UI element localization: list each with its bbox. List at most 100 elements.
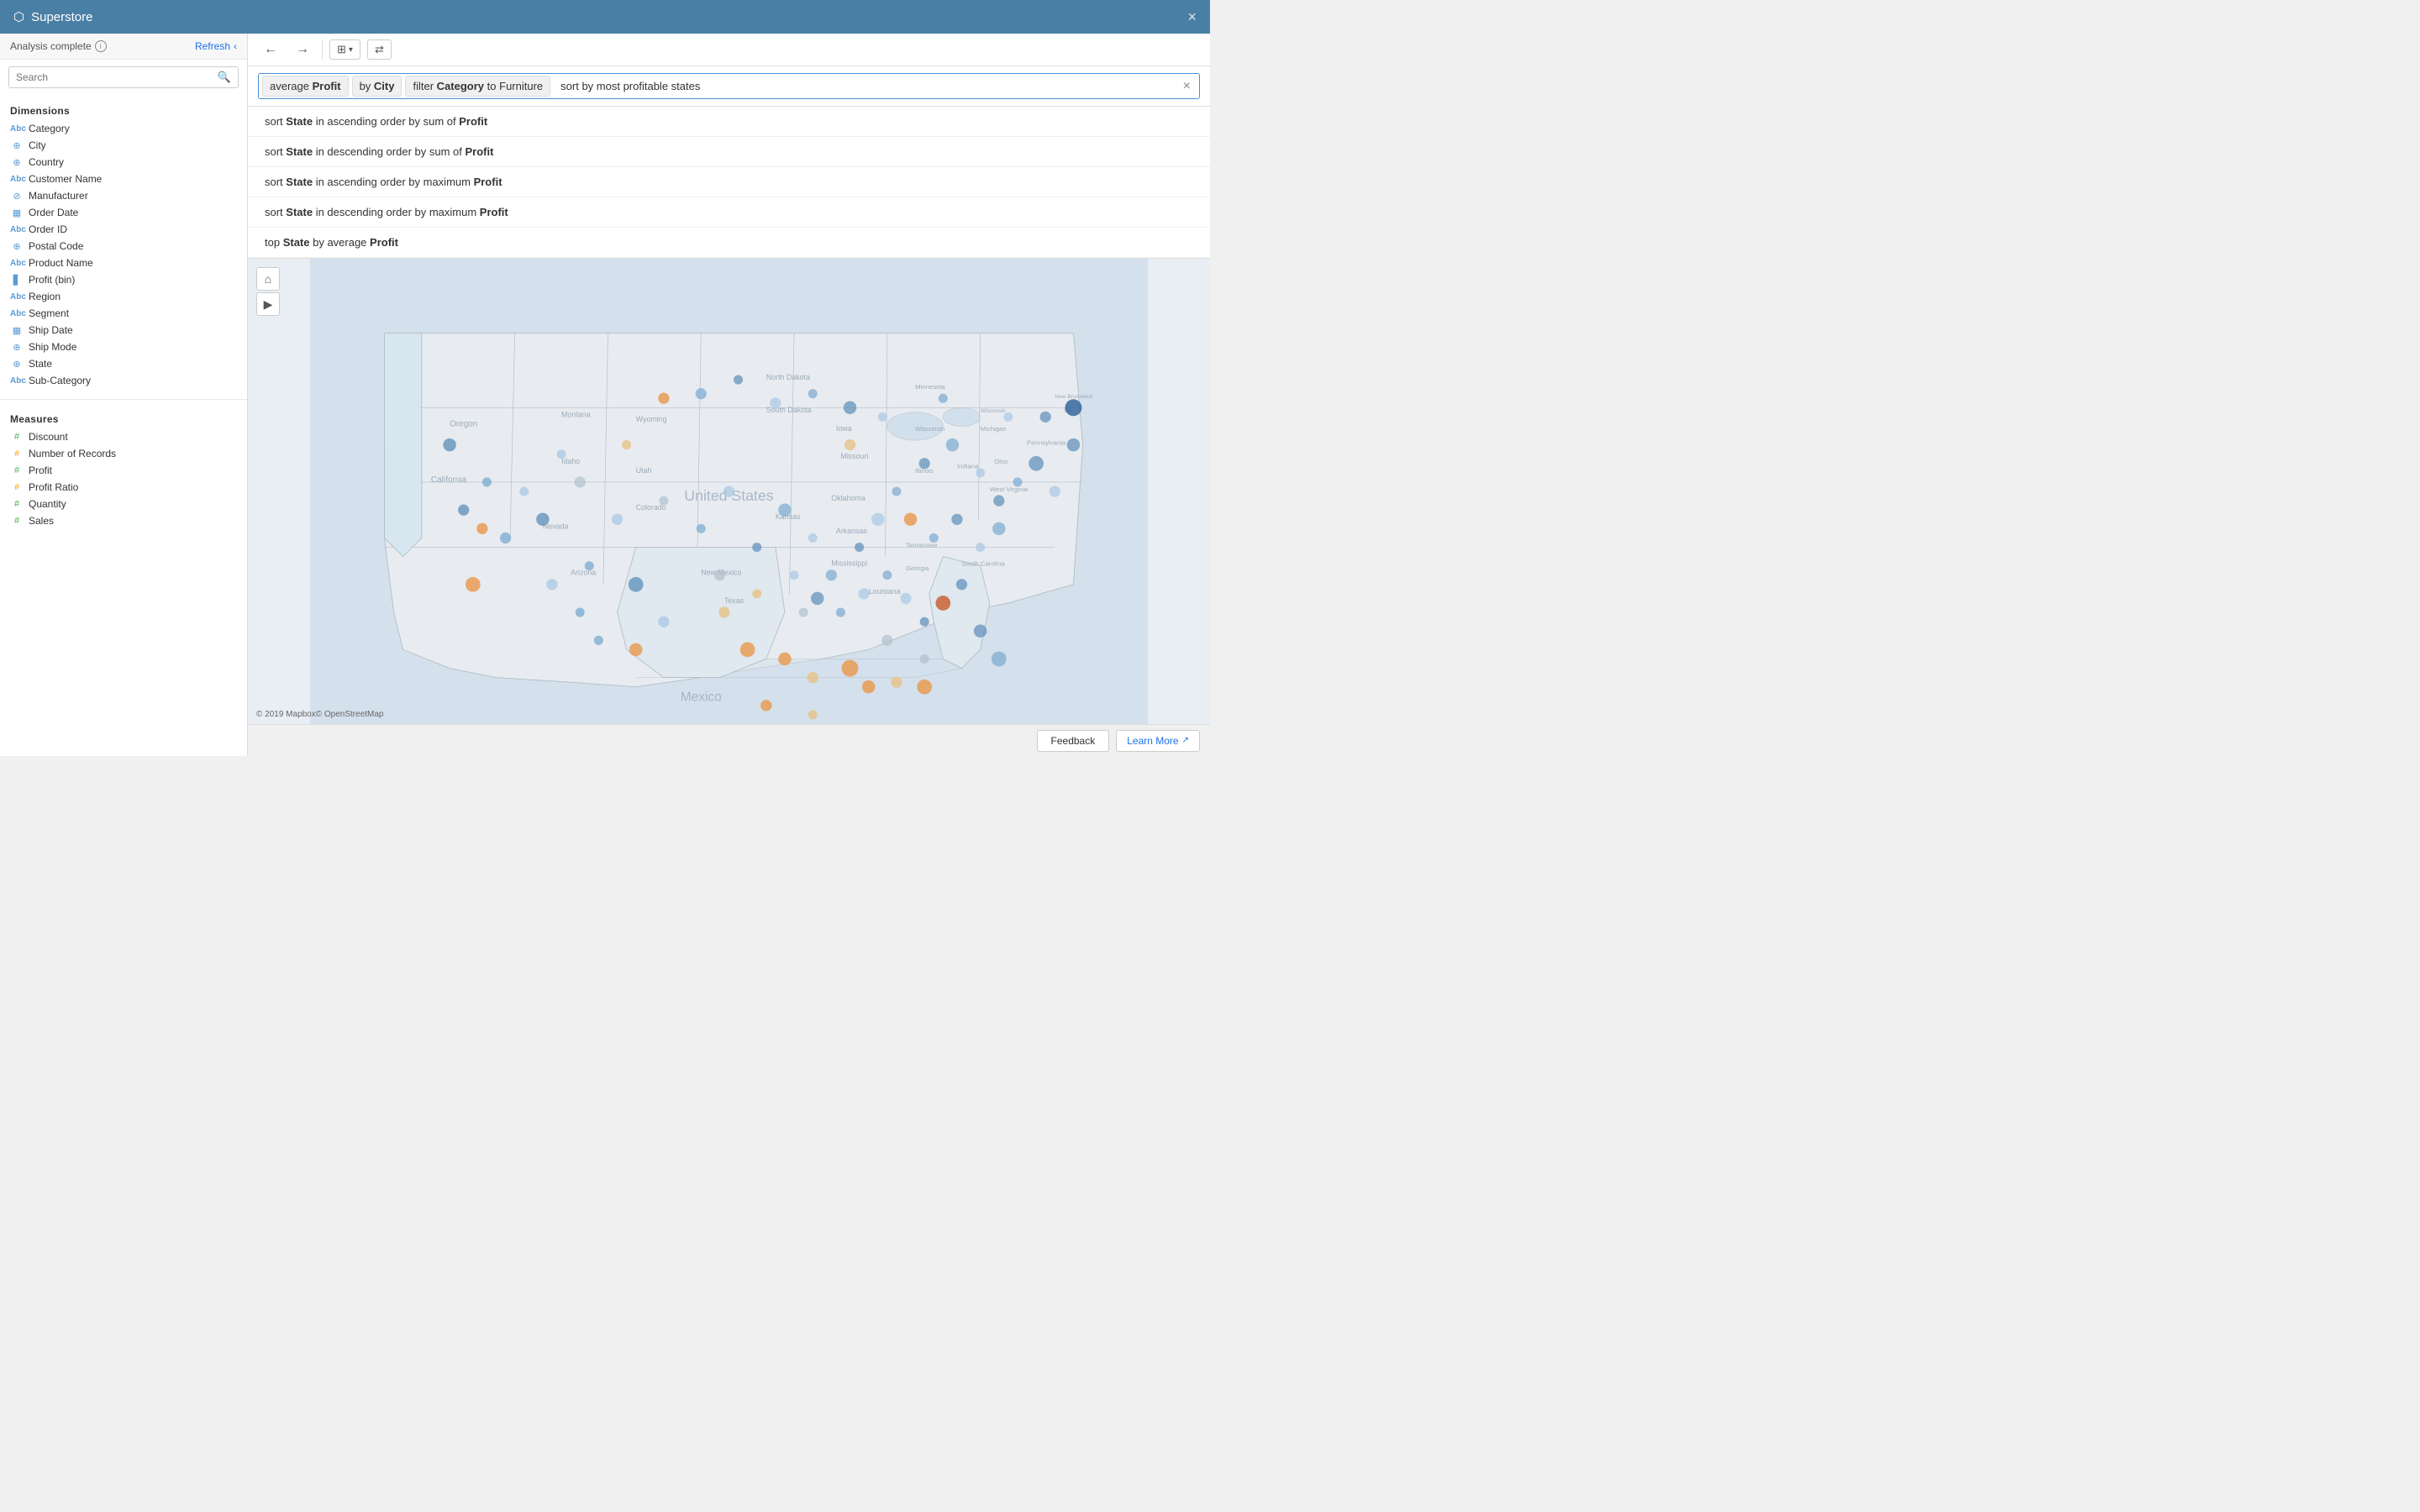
measures-label: Measures bbox=[0, 410, 247, 428]
svg-text:Montana: Montana bbox=[561, 410, 591, 418]
svg-text:Tennessee: Tennessee bbox=[906, 541, 938, 549]
hash-icon: # bbox=[10, 499, 24, 509]
suggestion-3[interactable]: sort State in ascending order by maximum… bbox=[248, 167, 1210, 197]
sidebar-item-manufacturer[interactable]: ⊘ Manufacturer bbox=[0, 187, 247, 204]
sidebar-item-order-date[interactable]: ▦ Order Date bbox=[0, 204, 247, 221]
hash-icon: # bbox=[10, 432, 24, 442]
sidebar-item-region[interactable]: Abc Region bbox=[0, 288, 247, 305]
abc-icon: Abc bbox=[10, 309, 24, 318]
sidebar-item-profit-ratio[interactable]: # Profit Ratio bbox=[0, 479, 247, 496]
sidebar-item-profit-bin[interactable]: ▋ Profit (bin) bbox=[0, 271, 247, 288]
hash-special-icon: # bbox=[10, 483, 24, 492]
search-bar[interactable]: 🔍 bbox=[8, 66, 239, 88]
forward-button[interactable]: → bbox=[290, 39, 315, 60]
sidebar-item-sales[interactable]: # Sales bbox=[0, 512, 247, 529]
svg-text:Wyoming: Wyoming bbox=[636, 415, 667, 423]
dimension-name: Country bbox=[29, 156, 64, 168]
sidebar-item-country[interactable]: ⊕ Country bbox=[0, 154, 247, 171]
svg-text:Arkansas: Arkansas bbox=[836, 527, 868, 535]
sidebar-item-ship-mode[interactable]: ⊕ Ship Mode bbox=[0, 339, 247, 355]
app-title: Superstore bbox=[31, 10, 92, 24]
refresh-button[interactable]: Refresh ‹ bbox=[195, 40, 237, 52]
search-icon: 🔍 bbox=[218, 71, 231, 84]
expand-button[interactable]: ▶ bbox=[256, 292, 280, 316]
svg-text:Mexico: Mexico bbox=[681, 690, 722, 704]
svg-text:Pennsylvania: Pennsylvania bbox=[1027, 439, 1066, 447]
sidebar-item-customer-name[interactable]: Abc Customer Name bbox=[0, 171, 247, 187]
content-area: ← → ⊞ ▾ ⇄ average Profit by City filt bbox=[248, 34, 1210, 756]
close-button[interactable]: × bbox=[1187, 8, 1197, 26]
svg-text:New Brunswick: New Brunswick bbox=[1055, 394, 1093, 400]
dimension-name: Ship Mode bbox=[29, 341, 76, 353]
svg-text:Oklahoma: Oklahoma bbox=[831, 494, 865, 502]
suggestion-2[interactable]: sort State in descending order by sum of… bbox=[248, 137, 1210, 167]
svg-text:Michigan: Michigan bbox=[981, 425, 1007, 433]
search-input[interactable] bbox=[16, 71, 218, 83]
svg-text:Wisconsin: Wisconsin bbox=[981, 408, 1007, 414]
suggestion-4[interactable]: sort State in descending order by maximu… bbox=[248, 197, 1210, 228]
analysis-status-text: Analysis complete bbox=[10, 40, 92, 52]
dimension-name: Product Name bbox=[29, 257, 93, 269]
measure-name: Quantity bbox=[29, 498, 66, 510]
toolbar: ← → ⊞ ▾ ⇄ bbox=[248, 34, 1210, 66]
calendar-icon: ▦ bbox=[10, 207, 24, 218]
globe-icon: ⊕ bbox=[10, 359, 24, 370]
sidebar-item-number-of-records[interactable]: # Number of Records bbox=[0, 445, 247, 462]
query-bar-wrapper[interactable]: average Profit by City filter Category t… bbox=[258, 73, 1200, 99]
measure-name: Number of Records bbox=[29, 448, 116, 459]
query-clear-button[interactable]: × bbox=[1178, 77, 1196, 96]
dimensions-section: Dimensions Abc Category ⊕ City ⊕ Country… bbox=[0, 95, 247, 396]
svg-text:Texas: Texas bbox=[724, 596, 744, 605]
titlebar-left: ⬡ Superstore bbox=[13, 9, 92, 24]
globe-icon: ⊕ bbox=[10, 342, 24, 353]
dimension-name: Ship Date bbox=[29, 324, 73, 336]
toolbar-separator bbox=[322, 39, 323, 60]
query-input[interactable] bbox=[554, 76, 1178, 96]
sidebar-item-postal-code[interactable]: ⊕ Postal Code bbox=[0, 238, 247, 255]
back-button[interactable]: ← bbox=[258, 39, 283, 60]
suggestion-1[interactable]: sort State in ascending order by sum of … bbox=[248, 107, 1210, 137]
svg-text:Idaho: Idaho bbox=[561, 457, 580, 465]
svg-text:California: California bbox=[431, 475, 467, 485]
sidebar-item-product-name[interactable]: Abc Product Name bbox=[0, 255, 247, 271]
sidebar-item-segment[interactable]: Abc Segment bbox=[0, 305, 247, 322]
map-container: United States Mexico Oregon California M… bbox=[248, 259, 1210, 724]
bar-chart-icon: ▋ bbox=[10, 275, 24, 286]
main-layout: Analysis complete i Refresh ‹ 🔍 Dimensio… bbox=[0, 34, 1210, 756]
dimension-name: Manufacturer bbox=[29, 190, 88, 202]
suggestion-5[interactable]: top State by average Profit bbox=[248, 228, 1210, 258]
dimension-name: Customer Name bbox=[29, 173, 102, 185]
link-icon: ⊘ bbox=[10, 191, 24, 202]
sidebar-item-profit[interactable]: # Profit bbox=[0, 462, 247, 479]
globe-icon: ⊕ bbox=[10, 241, 24, 252]
sidebar-item-ship-date[interactable]: ▦ Ship Date bbox=[0, 322, 247, 339]
sidebar-item-category[interactable]: Abc Category bbox=[0, 120, 247, 137]
dimension-name: State bbox=[29, 358, 52, 370]
query-average-profit: average Profit bbox=[262, 76, 349, 97]
view-button[interactable]: ⊞ ▾ bbox=[329, 39, 360, 60]
dimension-name: Order ID bbox=[29, 223, 67, 235]
sidebar-item-city[interactable]: ⊕ City bbox=[0, 137, 247, 154]
abc-icon: Abc bbox=[10, 175, 24, 184]
feedback-button[interactable]: Feedback bbox=[1037, 730, 1110, 752]
sidebar-item-discount[interactable]: # Discount bbox=[0, 428, 247, 445]
sidebar-item-sub-category[interactable]: Abc Sub-Category bbox=[0, 372, 247, 389]
svg-text:Ohio: Ohio bbox=[994, 458, 1007, 465]
home-button[interactable]: ⌂ bbox=[256, 267, 280, 291]
sidebar-item-quantity[interactable]: # Quantity bbox=[0, 496, 247, 512]
map-controls: ⌂ ▶ bbox=[256, 267, 280, 316]
analysis-status: Analysis complete i bbox=[10, 40, 107, 52]
swap-button[interactable]: ⇄ bbox=[367, 39, 392, 60]
measures-section: Measures # Discount # Number of Records … bbox=[0, 403, 247, 536]
abc-icon: Abc bbox=[10, 292, 24, 302]
dimension-name: Postal Code bbox=[29, 240, 83, 252]
view-icon: ⊞ bbox=[337, 43, 346, 56]
dimension-name: Segment bbox=[29, 307, 69, 319]
svg-text:North Dakota: North Dakota bbox=[766, 373, 810, 381]
query-filter-category: filter Category to Furniture bbox=[405, 76, 550, 97]
sidebar-item-state[interactable]: ⊕ State bbox=[0, 355, 247, 372]
sidebar-item-order-id[interactable]: Abc Order ID bbox=[0, 221, 247, 238]
learn-more-button[interactable]: Learn More ↗ bbox=[1116, 730, 1200, 752]
measure-name: Profit Ratio bbox=[29, 481, 78, 493]
info-icon[interactable]: i bbox=[95, 40, 107, 52]
